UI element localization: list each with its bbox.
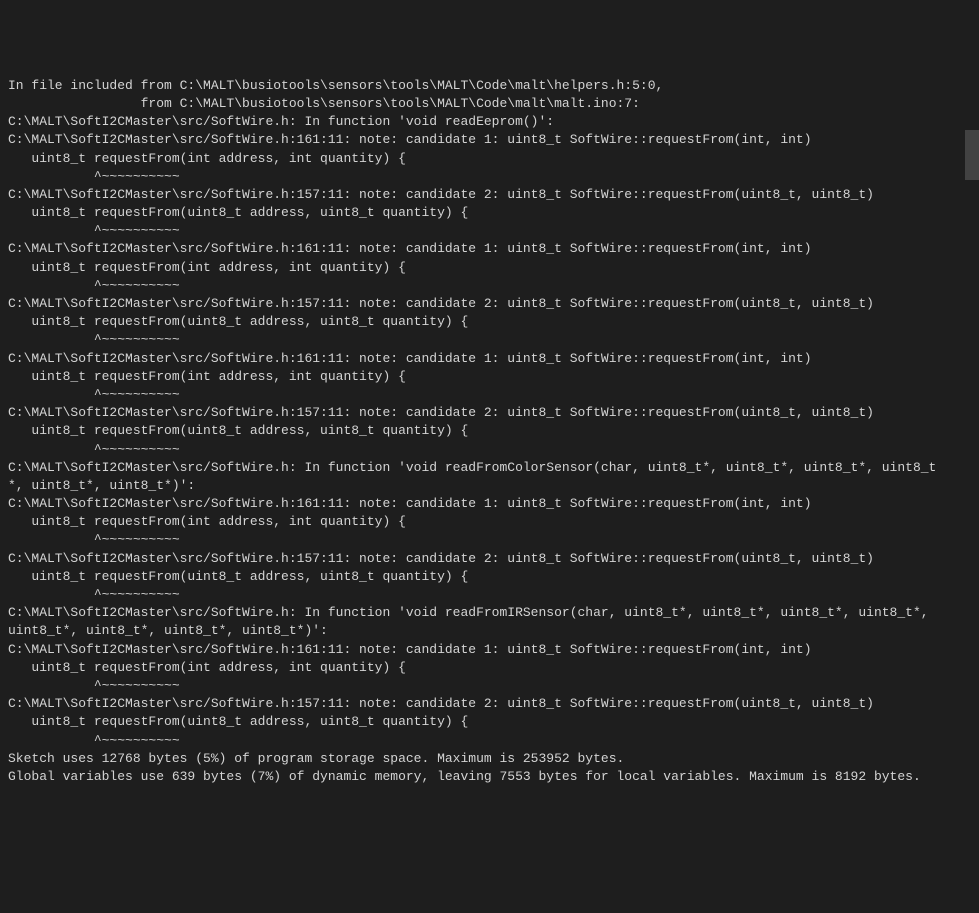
scrollbar-track[interactable] [965, 0, 979, 704]
scrollbar-thumb[interactable] [965, 130, 979, 180]
console-output: In file included from C:\MALT\busiotools… [8, 77, 971, 786]
